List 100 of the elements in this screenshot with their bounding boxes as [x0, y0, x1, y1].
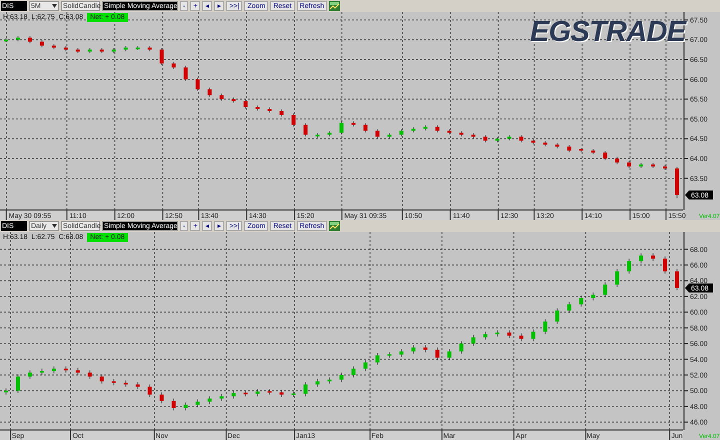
candlestick	[627, 160, 632, 168]
candlestick	[268, 107, 272, 113]
candlestick	[16, 36, 20, 42]
candlestick	[196, 77, 200, 92]
candlestick	[304, 382, 308, 397]
candlestick	[64, 46, 68, 52]
candlestick	[148, 46, 152, 52]
candlestick	[88, 370, 92, 380]
candlestick	[124, 380, 128, 388]
candlestick	[76, 368, 80, 376]
candlestick	[591, 292, 596, 301]
candlestick	[268, 388, 272, 395]
candlestick	[351, 366, 356, 378]
candlestick	[184, 66, 188, 82]
candlestick	[423, 124, 428, 131]
candlestick	[447, 348, 452, 360]
candlestick	[579, 295, 584, 307]
candlestick	[663, 256, 668, 274]
candlestick	[316, 132, 320, 138]
candlestick	[220, 93, 224, 101]
candlestick	[639, 162, 644, 168]
candlestick	[100, 374, 104, 384]
candlestick	[316, 378, 320, 388]
candlestick	[651, 252, 656, 262]
candlestick	[244, 99, 248, 109]
candlestick	[88, 48, 92, 54]
candlestick	[40, 40, 44, 48]
candlestick	[519, 134, 524, 143]
candlestick	[531, 138, 536, 145]
candlestick	[399, 128, 404, 137]
candlestick	[196, 399, 200, 408]
candlestick	[507, 134, 512, 141]
candlestick	[292, 113, 296, 127]
candlestick	[483, 331, 488, 340]
candlestick	[435, 124, 440, 133]
candlestick	[459, 130, 464, 137]
candlestick	[232, 390, 236, 399]
candlestick	[16, 374, 20, 394]
candlestick	[244, 390, 248, 397]
candlestick	[579, 148, 584, 152]
candlestick	[447, 128, 452, 135]
chart-icon[interactable]	[329, 221, 340, 231]
candlestick	[423, 344, 428, 353]
candlestick	[340, 121, 344, 135]
candlestick	[184, 402, 188, 411]
candlestick	[340, 372, 344, 382]
candlestick	[280, 109, 284, 117]
candlestick	[387, 352, 392, 358]
candlestick	[675, 268, 679, 290]
candlestick	[328, 377, 332, 384]
candlestick	[148, 384, 152, 398]
candlestick	[363, 122, 368, 133]
candlestick	[112, 378, 116, 386]
candlestick	[471, 334, 476, 346]
candlestick	[495, 330, 500, 337]
chart-icon[interactable]	[329, 1, 340, 11]
candlestick	[52, 366, 56, 374]
candlestick	[4, 38, 8, 42]
candlestick	[399, 348, 404, 358]
candlestick	[4, 388, 8, 395]
candlestick	[220, 394, 224, 402]
candlestick	[100, 48, 104, 54]
candlestick	[651, 162, 656, 168]
candlestick	[76, 48, 80, 54]
candlestick	[627, 258, 632, 274]
candlestick	[591, 148, 596, 154]
candlestick	[459, 340, 464, 354]
candlestick	[519, 333, 524, 342]
caret-icon	[52, 224, 57, 228]
candlestick	[256, 105, 260, 111]
candlestick	[567, 302, 572, 314]
candlestick	[160, 48, 164, 66]
candlestick	[124, 46, 128, 52]
candlestick	[256, 388, 260, 397]
candlestick	[136, 46, 140, 50]
candlestick	[351, 121, 356, 127]
candlestick	[555, 142, 560, 149]
candlestick	[208, 87, 212, 98]
candlestick	[603, 150, 608, 160]
candlestick	[280, 390, 284, 398]
candlestick	[543, 140, 548, 147]
candlestick	[615, 156, 620, 164]
candlestick	[375, 128, 380, 139]
candlestick	[136, 382, 140, 390]
candlestick	[639, 252, 644, 264]
candlestick	[112, 48, 116, 54]
candlestick	[531, 329, 536, 342]
candlestick	[483, 134, 488, 143]
candlestick	[411, 344, 416, 354]
candlestick	[292, 391, 296, 398]
candlestick	[304, 122, 308, 137]
candlestick	[208, 396, 212, 404]
candlestick	[64, 366, 68, 373]
candlestick	[387, 132, 392, 139]
candlestick	[28, 370, 32, 380]
candlestick	[471, 132, 476, 139]
candlestick	[675, 166, 679, 198]
candlestick	[495, 136, 500, 143]
candlestick	[663, 164, 668, 170]
candlestick	[363, 360, 368, 372]
